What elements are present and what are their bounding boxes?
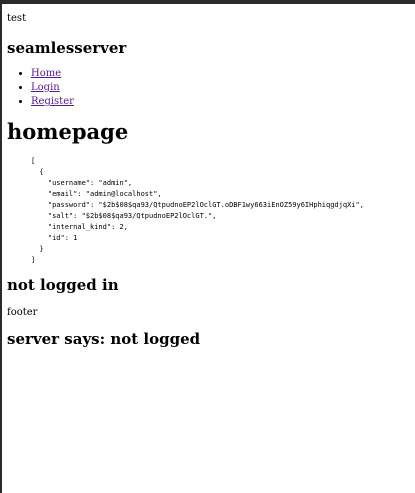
page-content: test seamlesserver Home Login Register h… — [7, 12, 412, 349]
header-text: test — [7, 13, 27, 24]
json-line: "password": "$2b$08$qa93/QtpudnoEP2lOclG… — [31, 201, 364, 209]
nav-link-register[interactable]: Register — [31, 96, 74, 107]
json-line: "salt": "$2b$08$qa93/QtpudnoEP2lOclGT.", — [31, 212, 217, 220]
json-line: } — [31, 245, 44, 253]
json-line: "username": "admin", — [31, 179, 133, 187]
window-left-border — [0, 0, 2, 493]
nav-list: Home Login Register — [7, 67, 412, 109]
nav-item-home: Home — [31, 67, 412, 81]
nav-item-login: Login — [31, 81, 412, 95]
user-json-block: [ { "username": "admin", "email": "admin… — [7, 156, 412, 266]
page-heading: homepage — [7, 119, 129, 144]
nav-link-login[interactable]: Login — [31, 82, 60, 93]
window-top-border — [0, 0, 415, 4]
json-line: [ — [31, 157, 36, 165]
json-line: { — [31, 168, 44, 176]
nav-item-register: Register — [31, 95, 412, 109]
json-line: "email": "admin@localhost", — [31, 190, 162, 198]
login-status-heading: not logged in — [7, 276, 119, 294]
json-line: ] — [31, 256, 36, 264]
server-message-heading: server says: not logged — [7, 330, 201, 348]
footer-text: footer — [7, 307, 38, 318]
nav-link-home[interactable]: Home — [31, 68, 61, 79]
json-line: "internal_kind": 2, — [31, 223, 128, 231]
json-line: "id": 1 — [31, 234, 78, 242]
site-title: seamlesserver — [7, 39, 127, 57]
